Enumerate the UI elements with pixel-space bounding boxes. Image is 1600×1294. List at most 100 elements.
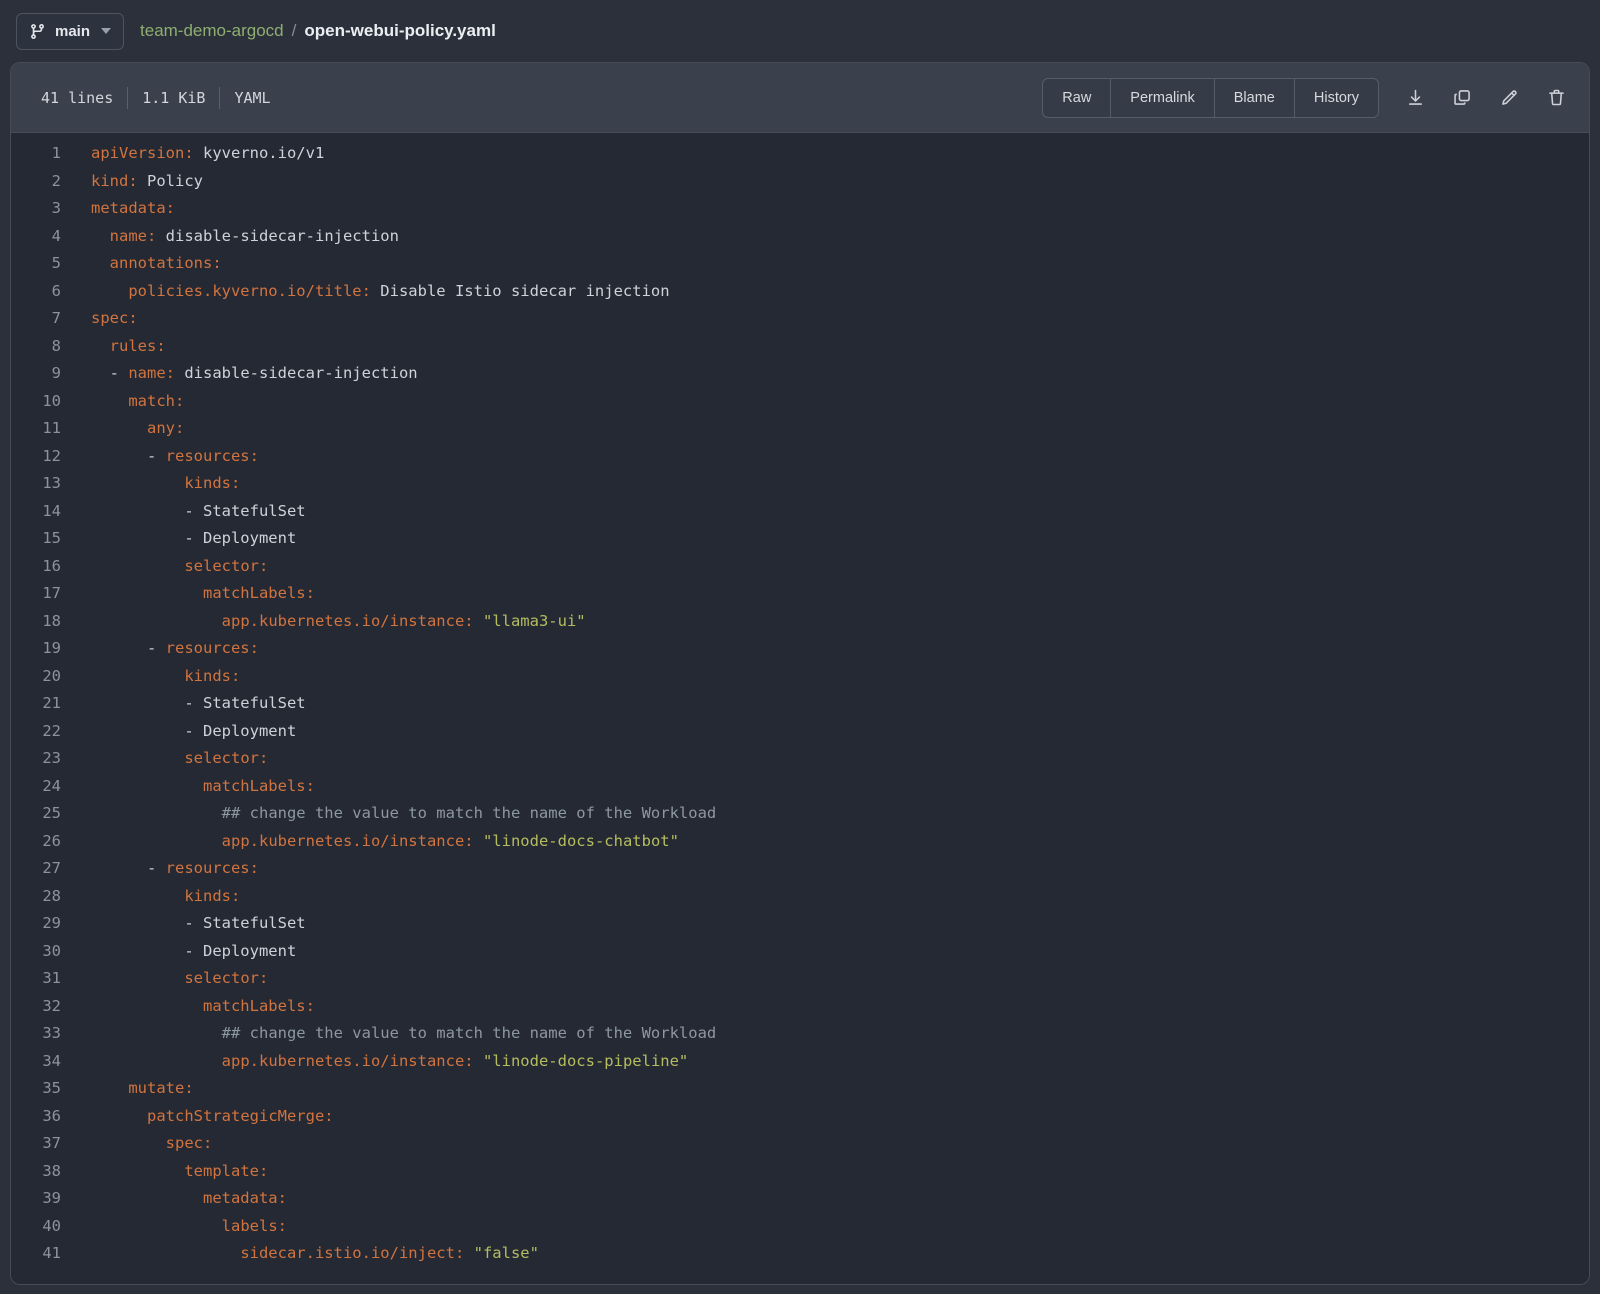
line-number[interactable]: 33 xyxy=(11,1020,61,1048)
line-content: spec: xyxy=(61,1130,212,1158)
line-number[interactable]: 37 xyxy=(11,1130,61,1158)
line-number[interactable]: 17 xyxy=(11,580,61,608)
code-view[interactable]: 1apiVersion: kyverno.io/v12kind: Policy3… xyxy=(11,133,1589,1284)
line-number[interactable]: 4 xyxy=(11,223,61,251)
code-line: 10 match: xyxy=(11,388,1589,416)
git-branch-icon xyxy=(29,23,46,40)
line-number[interactable]: 22 xyxy=(11,718,61,746)
line-number[interactable]: 30 xyxy=(11,938,61,966)
line-content: sidecar.istio.io/inject: "false" xyxy=(61,1240,539,1268)
edit-button[interactable] xyxy=(1499,87,1520,108)
line-content: matchLabels: xyxy=(61,580,315,608)
permalink-button[interactable]: Permalink xyxy=(1111,79,1214,117)
file-lines-count: 41 lines xyxy=(41,89,113,107)
code-line: 30 - Deployment xyxy=(11,938,1589,966)
line-number[interactable]: 7 xyxy=(11,305,61,333)
code-line: 7spec: xyxy=(11,305,1589,333)
line-number[interactable]: 28 xyxy=(11,883,61,911)
code-line: 36 patchStrategicMerge: xyxy=(11,1103,1589,1131)
line-content: selector: xyxy=(61,745,268,773)
code-line: 28 kinds: xyxy=(11,883,1589,911)
code-line: 34 app.kubernetes.io/instance: "linode-d… xyxy=(11,1048,1589,1076)
line-number[interactable]: 3 xyxy=(11,195,61,223)
line-content: - name: disable-sidecar-injection xyxy=(61,360,418,388)
line-number[interactable]: 1 xyxy=(11,140,61,168)
line-number[interactable]: 23 xyxy=(11,745,61,773)
line-content: match: xyxy=(61,388,184,416)
code-line: 29 - StatefulSet xyxy=(11,910,1589,938)
line-number[interactable]: 8 xyxy=(11,333,61,361)
line-content: app.kubernetes.io/instance: "llama3-ui" xyxy=(61,608,586,636)
code-line: 35 mutate: xyxy=(11,1075,1589,1103)
line-number[interactable]: 18 xyxy=(11,608,61,636)
meta-divider xyxy=(219,87,220,109)
line-content: matchLabels: xyxy=(61,773,315,801)
line-number[interactable]: 27 xyxy=(11,855,61,883)
line-content: kinds: xyxy=(61,883,240,911)
line-number[interactable]: 12 xyxy=(11,443,61,471)
file-actions: Raw Permalink Blame History xyxy=(1042,78,1567,118)
line-number[interactable]: 16 xyxy=(11,553,61,581)
line-number[interactable]: 10 xyxy=(11,388,61,416)
line-content: - Deployment xyxy=(61,525,296,553)
line-number[interactable]: 41 xyxy=(11,1240,61,1268)
line-content: selector: xyxy=(61,965,268,993)
line-number[interactable]: 25 xyxy=(11,800,61,828)
line-number[interactable]: 34 xyxy=(11,1048,61,1076)
line-content: kinds: xyxy=(61,470,240,498)
line-number[interactable]: 5 xyxy=(11,250,61,278)
line-content: ## change the value to match the name of… xyxy=(61,800,716,828)
branch-selector-button[interactable]: main xyxy=(16,13,124,50)
line-content: - resources: xyxy=(61,855,259,883)
line-number[interactable]: 2 xyxy=(11,168,61,196)
line-number[interactable]: 21 xyxy=(11,690,61,718)
line-content: metadata: xyxy=(61,1185,287,1213)
line-number[interactable]: 35 xyxy=(11,1075,61,1103)
line-number[interactable]: 40 xyxy=(11,1213,61,1241)
download-icon xyxy=(1405,87,1426,108)
line-number[interactable]: 29 xyxy=(11,910,61,938)
line-number[interactable]: 14 xyxy=(11,498,61,526)
line-content: ## change the value to match the name of… xyxy=(61,1020,716,1048)
breadcrumb: team-demo-argocd / open-webui-policy.yam… xyxy=(140,21,496,41)
line-number[interactable]: 9 xyxy=(11,360,61,388)
line-number[interactable]: 6 xyxy=(11,278,61,306)
history-button[interactable]: History xyxy=(1295,79,1378,117)
copy-icon xyxy=(1452,87,1473,108)
line-number[interactable]: 26 xyxy=(11,828,61,856)
line-content: name: disable-sidecar-injection xyxy=(61,223,399,251)
line-content: patchStrategicMerge: xyxy=(61,1103,334,1131)
line-content: - resources: xyxy=(61,635,259,663)
line-content: app.kubernetes.io/instance: "linode-docs… xyxy=(61,828,679,856)
code-line: 6 policies.kyverno.io/title: Disable Ist… xyxy=(11,278,1589,306)
line-content: selector: xyxy=(61,553,268,581)
line-number[interactable]: 38 xyxy=(11,1158,61,1186)
chevron-down-icon xyxy=(101,28,111,34)
trash-icon xyxy=(1546,87,1567,108)
line-number[interactable]: 39 xyxy=(11,1185,61,1213)
code-line: 20 kinds: xyxy=(11,663,1589,691)
raw-button[interactable]: Raw xyxy=(1043,79,1111,117)
line-number[interactable]: 15 xyxy=(11,525,61,553)
code-line: 24 matchLabels: xyxy=(11,773,1589,801)
breadcrumb-file-name: open-webui-policy.yaml xyxy=(304,21,495,41)
line-number[interactable]: 36 xyxy=(11,1103,61,1131)
copy-button[interactable] xyxy=(1452,87,1473,108)
blame-button[interactable]: Blame xyxy=(1215,79,1295,117)
code-line: 3metadata: xyxy=(11,195,1589,223)
line-number[interactable]: 31 xyxy=(11,965,61,993)
breadcrumb-repo-link[interactable]: team-demo-argocd xyxy=(140,21,284,41)
code-line: 27 - resources: xyxy=(11,855,1589,883)
line-content: kind: Policy xyxy=(61,168,203,196)
line-number[interactable]: 20 xyxy=(11,663,61,691)
line-number[interactable]: 11 xyxy=(11,415,61,443)
line-number[interactable]: 13 xyxy=(11,470,61,498)
line-number[interactable]: 32 xyxy=(11,993,61,1021)
delete-button[interactable] xyxy=(1546,87,1567,108)
line-number[interactable]: 19 xyxy=(11,635,61,663)
edit-pencil-icon xyxy=(1499,87,1520,108)
download-button[interactable] xyxy=(1405,87,1426,108)
code-line: 13 kinds: xyxy=(11,470,1589,498)
code-line: 4 name: disable-sidecar-injection xyxy=(11,223,1589,251)
line-number[interactable]: 24 xyxy=(11,773,61,801)
